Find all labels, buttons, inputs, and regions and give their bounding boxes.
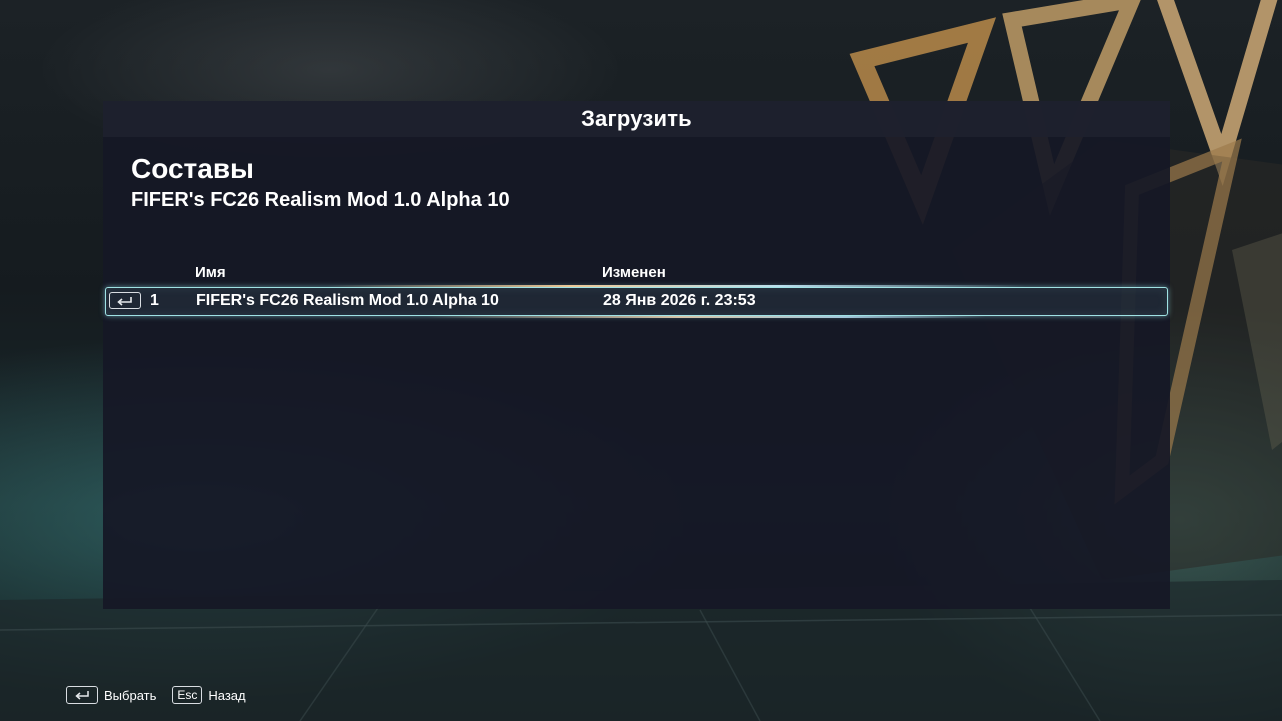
dialog-header: Загрузить: [103, 101, 1170, 137]
game-screen: Загрузить Составы FIFER's FC26 Realism M…: [0, 0, 1282, 721]
row-modified-date: 28 Янв 2026 г. 23:53: [603, 292, 756, 309]
back-button[interactable]: Esc Назад: [172, 686, 246, 704]
enter-key-icon: [109, 292, 141, 309]
select-label: Выбрать: [104, 687, 157, 703]
load-dialog: Загрузить Составы FIFER's FC26 Realism M…: [103, 101, 1170, 609]
column-header-modified: Изменен: [602, 264, 666, 281]
enter-key-icon: [66, 686, 98, 704]
row-highlight-glow: [326, 285, 1026, 287]
footer-hints: Выбрать Esc Назад: [66, 685, 262, 705]
row-highlight-glow: [426, 316, 986, 318]
section-title: Составы: [131, 153, 254, 184]
select-button[interactable]: Выбрать: [66, 686, 156, 704]
section-subtitle: FIFER's FC26 Realism Mod 1.0 Alpha 10: [131, 189, 510, 211]
row-name: FIFER's FC26 Realism Mod 1.0 Alpha 10: [196, 292, 499, 309]
back-label: Назад: [208, 687, 246, 703]
dialog-title: Загрузить: [581, 106, 692, 131]
table-row[interactable]: 1 FIFER's FC26 Realism Mod 1.0 Alpha 10 …: [105, 285, 1168, 318]
row-index: 1: [150, 292, 159, 309]
esc-key: Esc: [172, 686, 203, 704]
column-header-name: Имя: [195, 264, 226, 281]
